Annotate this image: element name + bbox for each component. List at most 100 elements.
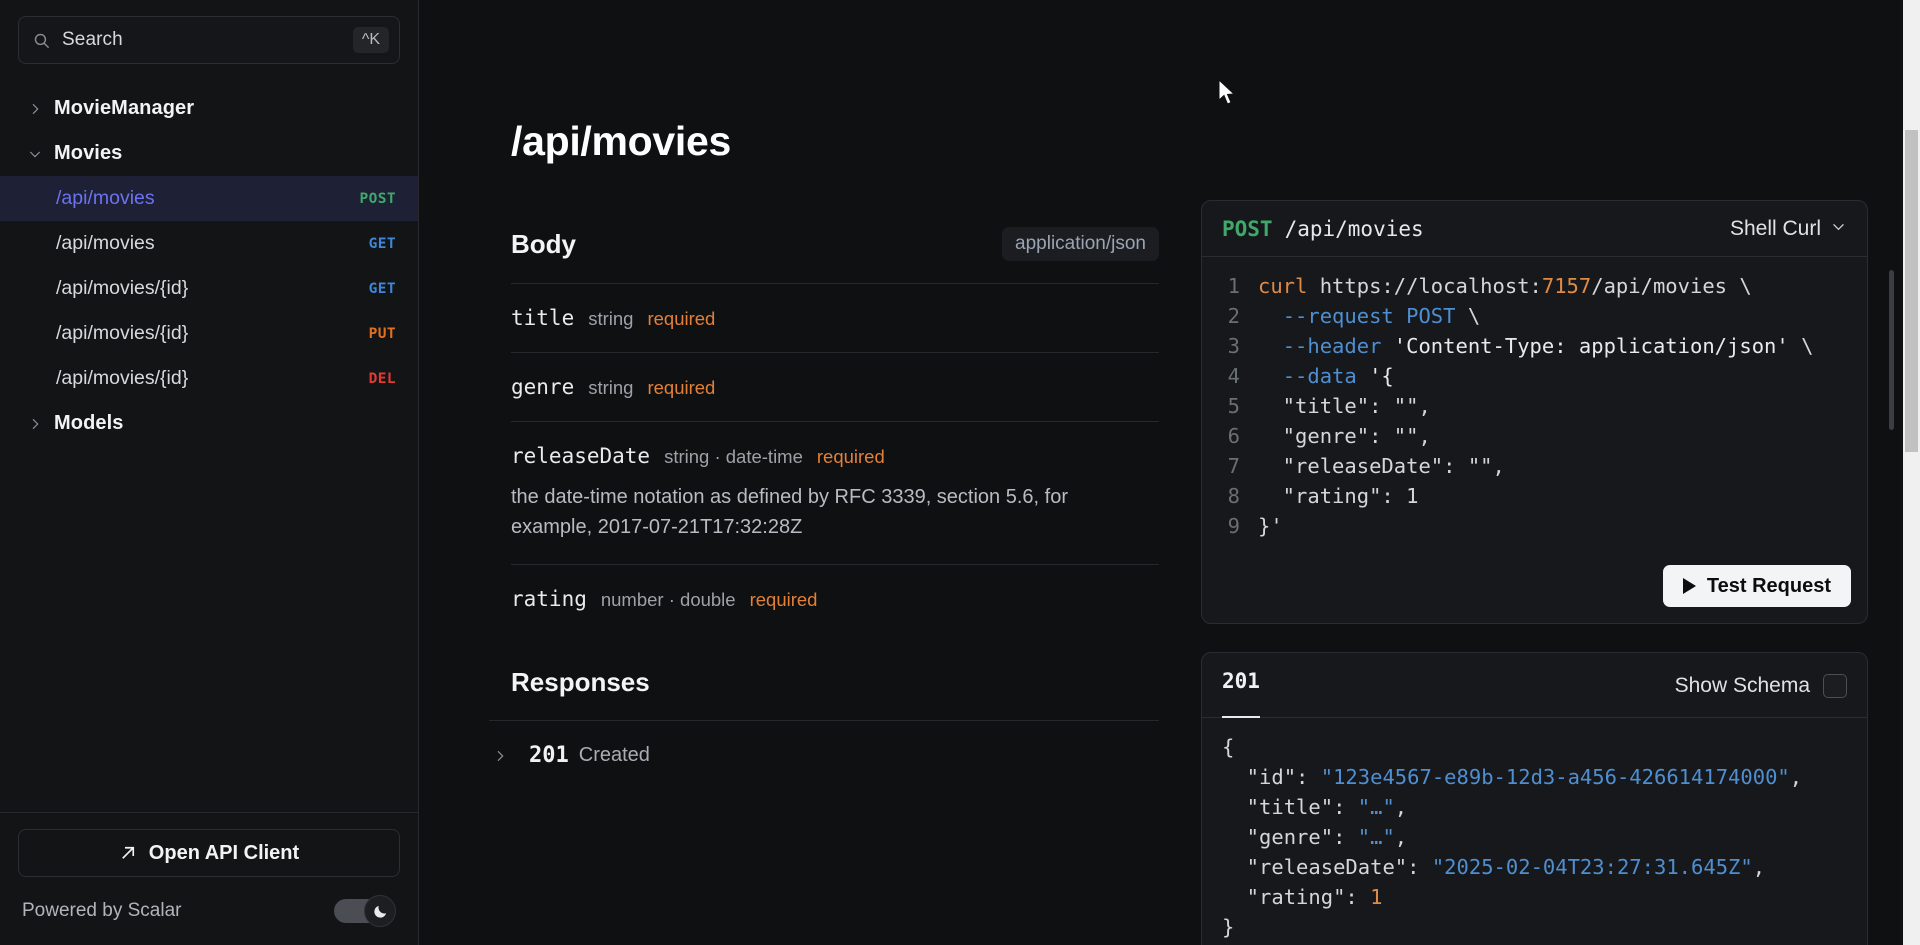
inner-scrollbar-thumb[interactable]	[1889, 270, 1894, 430]
sidebar-group-models[interactable]: Models	[0, 401, 418, 446]
field-required-flag: required	[750, 589, 818, 611]
field-header: genre string required	[511, 375, 1159, 399]
browser-scrollbar-thumb[interactable]	[1905, 130, 1918, 452]
response-row-201[interactable]: 201 Created	[489, 720, 1159, 768]
search-placeholder: Search	[62, 29, 341, 51]
schema-field-genre: genre string required	[511, 352, 1159, 421]
sidebar-item-label: /api/movies	[56, 187, 155, 210]
method-badge-get: GET	[369, 236, 396, 252]
code-text: --data '{	[1258, 361, 1394, 391]
test-request-label: Test Request	[1707, 575, 1831, 598]
code-line: 1curl https://localhost:7157/api/movies …	[1202, 271, 1867, 301]
code-client-selector[interactable]: Shell Curl	[1730, 217, 1847, 241]
code-line: 9}'	[1202, 511, 1867, 541]
responses-section-header: Responses	[511, 633, 1159, 720]
schema-field-title: title string required	[511, 283, 1159, 352]
schema-field-rating: rating number · double required	[511, 564, 1159, 633]
request-card-footer: Test Request	[1202, 553, 1867, 623]
code-line: 6 "genre": "",	[1202, 421, 1867, 451]
body-section-title: Body	[511, 229, 576, 260]
search-input[interactable]: Search ^K	[18, 16, 400, 64]
code-text: {	[1222, 732, 1234, 762]
code-text: "genre": "",	[1258, 421, 1431, 451]
field-description: the date-time notation as defined by RFC…	[511, 482, 1131, 542]
test-request-button[interactable]: Test Request	[1663, 565, 1851, 607]
code-line: "id": "123e4567-e89b-12d3-a456-426614174…	[1222, 762, 1867, 792]
chevron-right-icon	[24, 413, 46, 435]
code-line: 5 "title": "",	[1202, 391, 1867, 421]
sidebar-nav: MovieManager Movies /api/movies POST /ap…	[0, 64, 418, 812]
line-number: 5	[1202, 391, 1258, 421]
code-column: POST /api/movies Shell Curl 1curl https:…	[1159, 0, 1920, 945]
request-method: POST	[1222, 217, 1273, 241]
sidebar-item-label: /api/movies/{id}	[56, 367, 188, 390]
sidebar-item-get-api-movies-id[interactable]: /api/movies/{id} GET	[0, 266, 418, 311]
curl-code-block[interactable]: 1curl https://localhost:7157/api/movies …	[1202, 257, 1867, 553]
sidebar-item-label: /api/movies/{id}	[56, 277, 188, 300]
sidebar-group-label: Models	[54, 412, 124, 435]
search-icon	[33, 32, 50, 49]
field-header: rating number · double required	[511, 587, 1159, 611]
request-path: /api/movies	[1285, 217, 1424, 241]
field-header: title string required	[511, 306, 1159, 330]
code-line: "title": "…",	[1222, 792, 1867, 822]
page-title: /api/movies	[511, 118, 1159, 165]
sidebar-item-del-api-movies-id[interactable]: /api/movies/{id} DEL	[0, 356, 418, 401]
code-line: 8 "rating": 1	[1202, 481, 1867, 511]
field-type: string	[588, 377, 633, 399]
code-client-label: Shell Curl	[1730, 217, 1821, 241]
sidebar-footer: Open API Client Powered by Scalar	[0, 812, 418, 945]
show-schema-toggle[interactable]: Show Schema	[1675, 674, 1847, 698]
request-endpoint: POST /api/movies	[1222, 217, 1424, 241]
sidebar-item-put-api-movies-id[interactable]: /api/movies/{id} PUT	[0, 311, 418, 356]
open-api-client-button[interactable]: Open API Client	[18, 829, 400, 877]
code-text: --request POST \	[1258, 301, 1480, 331]
search-shortcut-badge: ^K	[353, 27, 389, 53]
code-text: "title": "",	[1258, 391, 1431, 421]
browser-vertical-scrollbar[interactable]	[1903, 0, 1920, 945]
field-name: genre	[511, 375, 574, 399]
body-section-header: Body application/json	[511, 227, 1159, 283]
chevron-right-icon	[489, 745, 511, 767]
sidebar-group-moviemanager[interactable]: MovieManager	[0, 86, 418, 131]
request-example-card: POST /api/movies Shell Curl 1curl https:…	[1201, 200, 1868, 624]
response-status-tab-201[interactable]: 201	[1222, 669, 1260, 703]
code-text: "genre": "…",	[1222, 822, 1407, 852]
sidebar-group-movies[interactable]: Movies	[0, 131, 418, 176]
show-schema-label: Show Schema	[1675, 674, 1810, 698]
sidebar-item-label: /api/movies/{id}	[56, 322, 188, 345]
line-number: 8	[1202, 481, 1258, 511]
show-schema-checkbox[interactable]	[1823, 674, 1847, 698]
sidebar-footer-row: Powered by Scalar	[18, 877, 400, 931]
method-badge-del: DEL	[369, 371, 396, 387]
line-number: 7	[1202, 451, 1258, 481]
sidebar-item-post-api-movies[interactable]: /api/movies POST	[0, 176, 418, 221]
line-number: 6	[1202, 421, 1258, 451]
response-status-text: Created	[579, 744, 650, 767]
field-required-flag: required	[817, 446, 885, 468]
sidebar-item-get-api-movies[interactable]: /api/movies GET	[0, 221, 418, 266]
response-json-block[interactable]: { "id": "123e4567-e89b-12d3-a456-4266141…	[1202, 718, 1867, 945]
sidebar-group-label: Movies	[54, 142, 122, 165]
request-card-header: POST /api/movies Shell Curl	[1202, 201, 1867, 257]
response-status-code: 201	[529, 743, 569, 768]
code-line: "genre": "…",	[1222, 822, 1867, 852]
open-api-client-label: Open API Client	[149, 842, 299, 865]
chevron-right-icon	[24, 98, 46, 120]
schema-field-releasedate: releaseDate string · date-time required …	[511, 421, 1159, 564]
response-example-card: 201 Show Schema { "id": "123e4567-e89b-1…	[1201, 652, 1868, 945]
field-required-flag: required	[647, 308, 715, 330]
line-number: 4	[1202, 361, 1258, 391]
code-line: "rating": 1	[1222, 882, 1867, 912]
theme-toggle[interactable]	[334, 895, 396, 927]
field-name: title	[511, 306, 574, 330]
chevron-down-icon	[24, 143, 46, 165]
content-type-badge: application/json	[1002, 227, 1159, 261]
line-number: 3	[1202, 331, 1258, 361]
sidebar-item-label: /api/movies	[56, 232, 155, 255]
code-text: "title": "…",	[1222, 792, 1407, 822]
code-line: 2 --request POST \	[1202, 301, 1867, 331]
code-line: 7 "releaseDate": "",	[1202, 451, 1867, 481]
field-name: rating	[511, 587, 587, 611]
code-text: "rating": 1	[1258, 481, 1418, 511]
